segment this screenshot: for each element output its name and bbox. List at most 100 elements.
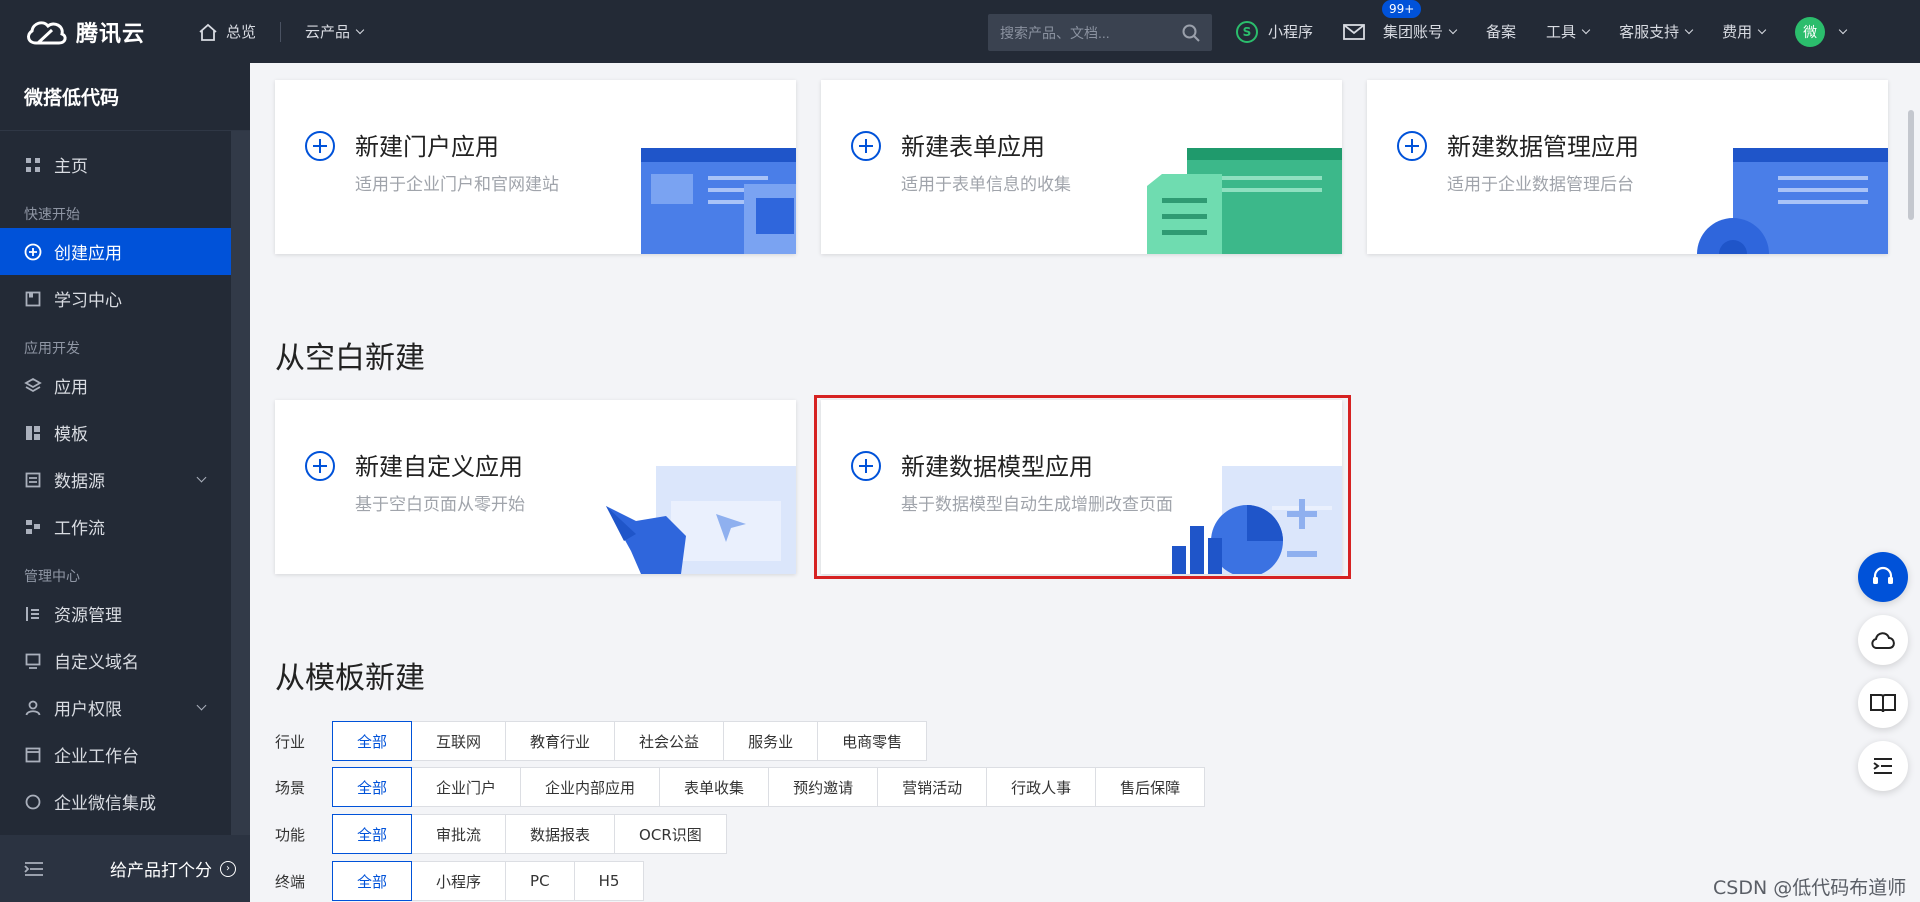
user-menu[interactable]: 微 [1795, 16, 1848, 47]
sidebar-item-apps[interactable]: 应用 [0, 362, 231, 409]
monitor-icon [24, 652, 42, 670]
filter-option[interactable]: 售后保障 [1095, 767, 1206, 807]
sidebar-item-workflow[interactable]: 工作流 [0, 503, 231, 550]
sidebar-group-quick-start: 快速开始 [24, 207, 80, 223]
sidebar-item-resources[interactable]: 资源管理 [0, 590, 231, 637]
cloud-assistant-button[interactable] [1858, 615, 1908, 665]
filter-option[interactable]: 全部 [332, 861, 413, 901]
filter-label: 场景 [275, 778, 306, 797]
card-portal-app[interactable]: 新建门户应用 适用于企业门户和官网建站 [275, 80, 796, 254]
outline-list-button[interactable] [1858, 741, 1908, 791]
data-management-illustration-icon [1697, 148, 1888, 254]
database-icon [24, 471, 42, 489]
sidebar-item-label: 用户权限 [54, 700, 122, 720]
filter-option[interactable]: 全部 [332, 767, 413, 807]
sidebar-item-user-permissions[interactable]: 用户权限 [0, 684, 231, 731]
nav-products-dropdown[interactable]: 云产品 [305, 21, 365, 42]
filter-option[interactable]: 营销活动 [877, 767, 988, 807]
sidebar-item-label: 数据源 [54, 472, 105, 492]
filter-option[interactable]: 预约邀请 [768, 767, 879, 807]
workflow-icon [24, 518, 42, 536]
group-account-dropdown[interactable]: 集团账号 [1383, 21, 1458, 42]
sidebar-item-label: 创建应用 [54, 244, 122, 264]
sidebar-item-label: 应用 [54, 378, 88, 398]
tools-dropdown[interactable]: 工具 [1546, 21, 1591, 42]
filter-option[interactable]: H5 [573, 861, 645, 901]
wecom-icon [24, 793, 42, 811]
filter-option[interactable]: 审批流 [411, 814, 507, 854]
sidebar-group-admin: 管理中心 [24, 569, 80, 585]
sidebar-scrollbar[interactable] [231, 131, 250, 902]
topbar-right-nav: S 小程序 99+ 集团账号 备案 工具 客服支持 费用 微 [1236, 0, 1876, 63]
main-content: 新建门户应用 适用于企业门户和官网建站 新建表单应用 适用于表单信息的收集 新建… [250, 63, 1920, 902]
filter-option[interactable]: 全部 [332, 721, 413, 761]
filter-option[interactable]: OCR识图 [614, 814, 727, 854]
filter-label: 功能 [275, 825, 306, 844]
filter-option[interactable]: 互联网 [411, 721, 507, 761]
sidebar-item-create-app[interactable]: 创建应用 [0, 228, 231, 275]
sidebar-item-label: 企业微信集成 [54, 794, 156, 814]
filter-option[interactable]: 数据报表 [505, 814, 616, 854]
rate-product-label: 给产品打个分 [110, 861, 212, 881]
filter-option[interactable]: PC [505, 861, 575, 901]
chevron-down-icon [1757, 25, 1767, 34]
tencent-cloud-logo[interactable]: 腾讯云 [24, 16, 174, 48]
mini-program-link[interactable]: S 小程序 [1236, 20, 1314, 43]
sidebar-item-templates[interactable]: 模板 [0, 409, 231, 456]
filter-option[interactable]: 服务业 [723, 721, 819, 761]
filter-label: 行业 [275, 732, 306, 751]
sidebar-item-label: 企业工作台 [54, 747, 139, 767]
filter-option[interactable]: 企业门户 [411, 767, 522, 807]
sidebar-item-label: 主页 [54, 157, 88, 177]
sidebar-item-enterprise-desk[interactable]: 企业工作台 [0, 731, 231, 778]
sidebar-item-wecom[interactable]: 企业微信集成 [0, 778, 231, 825]
search-icon[interactable] [1182, 24, 1200, 42]
tools-label: 工具 [1546, 23, 1577, 41]
billing-dropdown[interactable]: 费用 [1722, 21, 1767, 42]
card-data-management-app[interactable]: 新建数据管理应用 适用于企业数据管理后台 [1367, 80, 1888, 254]
sidebar-item-datasource[interactable]: 数据源 [0, 456, 231, 503]
form-illustration-icon [1147, 148, 1342, 254]
list-indent-icon [1873, 758, 1892, 774]
sidebar-item-label: 自定义域名 [54, 653, 139, 673]
card-form-app[interactable]: 新建表单应用 适用于表单信息的收集 [821, 80, 1342, 254]
grid-icon [24, 156, 42, 174]
main-scrollbar[interactable] [1908, 110, 1914, 220]
sidebar-item-learning[interactable]: 学习中心 [0, 275, 231, 322]
nav-overview[interactable]: 总览 [198, 21, 256, 42]
sidebar-item-home[interactable]: 主页 [0, 141, 231, 188]
sidebar: 微搭低代码 主页 快速开始 创建应用 学习中心 应用开发 应用 模板 数据源 工… [0, 63, 250, 902]
card-custom-app[interactable]: 新建自定义应用 基于空白页面从零开始 [275, 400, 796, 574]
mail-button[interactable]: 99+ [1343, 0, 1424, 40]
chevron-down-icon [1684, 25, 1694, 34]
search-input[interactable] [1000, 24, 1182, 41]
sidebar-footer: 给产品打个分 › [0, 835, 250, 902]
filter-option[interactable]: 企业内部应用 [520, 767, 661, 807]
collapse-menu-icon[interactable] [24, 861, 44, 877]
filter-option[interactable]: 社会公益 [614, 721, 725, 761]
filter-option[interactable]: 小程序 [411, 861, 507, 901]
sidebar-item-label: 工作流 [54, 519, 105, 539]
cloud-icon [1871, 632, 1895, 649]
card-title: 新建自定义应用 [355, 453, 523, 481]
filter-option[interactable]: 全部 [332, 814, 413, 854]
watermark-text: CSDN @低代码布道师 [1713, 877, 1907, 899]
mini-program-label: 小程序 [1268, 23, 1314, 41]
filter-option[interactable]: 行政人事 [986, 767, 1097, 807]
docs-button[interactable] [1858, 678, 1908, 728]
filing-link[interactable]: 备案 [1486, 21, 1516, 42]
filter-option[interactable]: 教育行业 [505, 721, 616, 761]
customer-service-button[interactable] [1858, 552, 1908, 602]
cloud-logo-icon [27, 20, 67, 44]
resources-icon [24, 605, 42, 623]
rate-product-link[interactable]: 给产品打个分 › [110, 856, 236, 881]
section-title-template: 从模板新建 [275, 661, 425, 696]
support-dropdown[interactable]: 客服支持 [1619, 21, 1694, 42]
filter-option[interactable]: 表单收集 [659, 767, 770, 807]
nav-overview-label: 总览 [226, 23, 257, 41]
chevron-down-icon [196, 472, 207, 483]
sidebar-title: 微搭低代码 [0, 63, 250, 131]
sidebar-item-custom-domain[interactable]: 自定义域名 [0, 637, 231, 684]
filter-option[interactable]: 电商零售 [817, 721, 928, 761]
support-label: 客服支持 [1619, 23, 1680, 41]
